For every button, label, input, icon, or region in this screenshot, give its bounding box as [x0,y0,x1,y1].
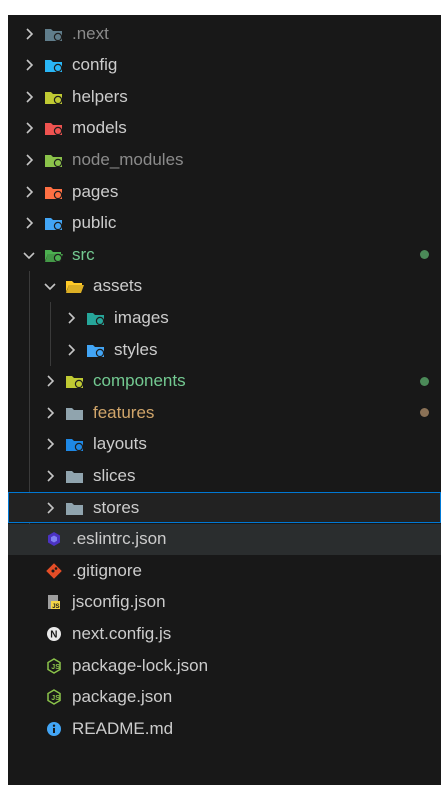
tree-item-label: pages [72,181,119,201]
tree-item-label: config [72,55,118,75]
tree-item-label: features [93,402,155,422]
tree-item-label: styles [114,339,158,359]
folder-item-models[interactable]: models [8,113,441,144]
nextjs-icon: N [44,626,64,642]
folder-item-slices[interactable]: slices [8,460,441,491]
tree-item-label: src [72,244,95,264]
folder-icon [65,468,85,484]
chevron-down-icon[interactable] [22,248,36,262]
folder-icon [44,184,64,200]
folder-item-layouts[interactable]: layouts [8,429,441,460]
tree-item-label: public [72,213,117,233]
folder-icon [44,215,64,231]
tree-item-label: slices [93,465,136,485]
folder-item-next[interactable]: .next [8,18,441,49]
folder-item-node-modules[interactable]: node_modules [8,144,441,175]
tree-item-label: layouts [93,434,147,454]
file-item-readme-md[interactable]: README.md [8,713,441,744]
chevron-right-icon[interactable] [22,90,36,104]
chevron-right-icon[interactable] [64,343,78,357]
folder-item-config[interactable]: config [8,50,441,81]
chevron-right-icon[interactable] [22,121,36,135]
chevron-right-icon[interactable] [43,469,57,483]
chevron-right-icon[interactable] [22,27,36,41]
folder-icon [44,26,64,42]
file-explorer-panel: .next config helpers models node_modulespage… [8,15,441,785]
eslint-icon [44,531,64,547]
tree-item-label: helpers [72,86,128,106]
tree-item-label: .next [72,23,109,43]
tree-item-label: components [93,371,186,391]
file-item-jsconfig-json[interactable]: JS jsconfig.json [8,587,441,618]
npm-icon: JS [44,689,64,705]
folder-icon [86,310,106,326]
tree-item-label: README.md [72,718,174,738]
folder-icon [65,405,85,421]
folder-icon [65,500,85,516]
tree-item-label: node_modules [72,149,184,169]
tree-item-label: jsconfig.json [72,592,166,612]
tree-item-label: images [114,307,169,327]
file-item-package-lock-json[interactable]: JS package-lock.json [8,650,441,681]
svg-text:N: N [50,629,57,640]
svg-text:JS: JS [52,604,59,610]
folder-item-assets[interactable]: assets [8,271,441,302]
file-item-eslintrc-json[interactable]: .eslintrc.json [8,523,441,555]
folder-icon [65,436,85,452]
folder-item-src[interactable]: src [8,239,441,270]
file-item-next-config-js[interactable]: Nnext.config.js [8,618,441,649]
tree-item-label: next.config.js [72,623,172,643]
git-status-dot [420,376,429,386]
chevron-right-icon[interactable] [43,374,57,388]
chevron-right-icon[interactable] [22,185,36,199]
folder-icon [44,120,64,136]
folder-icon [44,89,64,105]
chevron-right-icon[interactable] [22,216,36,230]
tree-item-label: package-lock.json [72,655,209,675]
folder-icon [86,342,106,358]
npm-icon: JS [44,657,64,674]
chevron-right-icon[interactable] [43,406,57,420]
chevron-right-icon[interactable] [22,58,36,72]
svg-text:JS: JS [51,695,60,702]
tree-item-label: assets [93,276,143,296]
folder-item-public[interactable]: public [8,208,441,239]
chevron-right-icon[interactable] [64,311,78,325]
folder-item-stores[interactable]: stores [8,492,441,523]
info-icon [44,721,64,737]
folder-item-pages[interactable]: pages [8,176,441,207]
tree-item-label: .eslintrc.json [72,529,167,549]
folder-open-icon [65,278,85,294]
tree-item-label: .gitignore [72,560,142,580]
chevron-right-icon[interactable] [43,501,57,515]
folder-icon [65,373,85,389]
tree-item-label: models [72,118,127,138]
folder-item-components[interactable]: components [8,366,441,397]
file-item-gitignore[interactable]: .gitignore [8,555,441,586]
tree-item-label: stores [93,497,140,517]
jsconfig-icon: JS [44,594,64,610]
tree-item-label: package.json [72,687,173,707]
file-item-package-json[interactable]: JS package.json [8,682,441,713]
folder-item-styles[interactable]: styles [8,334,441,365]
git-icon [44,562,64,579]
git-status-dot [420,408,429,418]
chevron-right-icon[interactable] [43,437,57,451]
svg-text:JS: JS [51,664,60,671]
folder-item-helpers[interactable]: helpers [8,81,441,112]
chevron-down-icon[interactable] [43,279,57,293]
git-status-dot [420,250,429,260]
folder-item-images[interactable]: images [8,302,441,333]
chevron-right-icon[interactable] [22,153,36,167]
folder-open-icon [44,247,64,263]
folder-icon [44,57,64,73]
folder-item-features[interactable]: features [8,397,441,428]
folder-icon [44,152,64,168]
